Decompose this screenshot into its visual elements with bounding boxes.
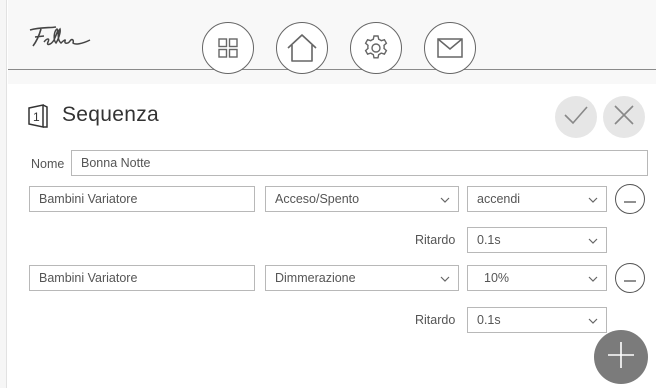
- remove-row-button-1[interactable]: [615, 184, 645, 214]
- confirm-button[interactable]: [555, 96, 597, 138]
- nav-dashboard-button[interactable]: [202, 22, 254, 74]
- scene-number: 1: [33, 110, 40, 124]
- function-select-2[interactable]: Dimmerazione: [265, 265, 459, 291]
- feller-logo: [26, 18, 96, 56]
- chevron-down-icon: [440, 187, 450, 211]
- left-edge-strip: [0, 0, 7, 388]
- delay-label-2: Ritardo: [415, 313, 456, 327]
- chevron-down-icon: [588, 266, 598, 290]
- name-label: Nome: [31, 157, 65, 171]
- minus-icon: [624, 190, 636, 208]
- mail-icon: [436, 37, 464, 59]
- checkmark-icon: [563, 104, 589, 131]
- delay-select-1-value: 0.1s: [477, 233, 501, 247]
- device-field-2[interactable]: Bambini Variatore: [29, 265, 255, 291]
- delay-select-1[interactable]: 0.1s: [467, 227, 607, 253]
- gear-icon: [362, 34, 390, 62]
- minus-icon: [624, 269, 636, 287]
- chevron-down-icon: [588, 308, 598, 332]
- chevron-down-icon: [588, 187, 598, 211]
- value-select-1-value: accendi: [477, 192, 521, 206]
- cancel-button[interactable]: [603, 96, 645, 138]
- chevron-down-icon: [588, 228, 598, 252]
- page-title: Sequenza: [62, 103, 159, 126]
- header-divider: [8, 69, 656, 70]
- function-select-1[interactable]: Acceso/Spento: [265, 186, 459, 212]
- close-icon: [613, 104, 635, 131]
- home-icon: [285, 33, 319, 63]
- value-select-2-value: 10%: [484, 271, 510, 285]
- value-select-2[interactable]: 10%: [467, 265, 607, 291]
- nav-settings-button[interactable]: [350, 22, 402, 74]
- delay-select-2-value: 0.1s: [477, 313, 501, 327]
- app-header: [8, 0, 656, 84]
- value-select-1[interactable]: accendi: [467, 186, 607, 212]
- nav-home-button[interactable]: [276, 22, 328, 74]
- name-field[interactable]: Bonna Notte: [71, 150, 648, 176]
- device-field-1[interactable]: Bambini Variatore: [29, 186, 255, 212]
- chevron-down-icon: [440, 266, 450, 290]
- scene-number-icon: 1: [27, 104, 49, 128]
- plus-icon: [606, 340, 636, 375]
- add-action-button[interactable]: [594, 330, 648, 384]
- nav-messages-button[interactable]: [424, 22, 476, 74]
- function-select-1-value: Acceso/Spento: [275, 192, 360, 206]
- remove-row-button-2[interactable]: [615, 263, 645, 293]
- delay-label-1: Ritardo: [415, 233, 456, 247]
- delay-select-2[interactable]: 0.1s: [467, 307, 607, 333]
- function-select-2-value: Dimmerazione: [275, 271, 356, 285]
- grid-icon: [217, 37, 239, 59]
